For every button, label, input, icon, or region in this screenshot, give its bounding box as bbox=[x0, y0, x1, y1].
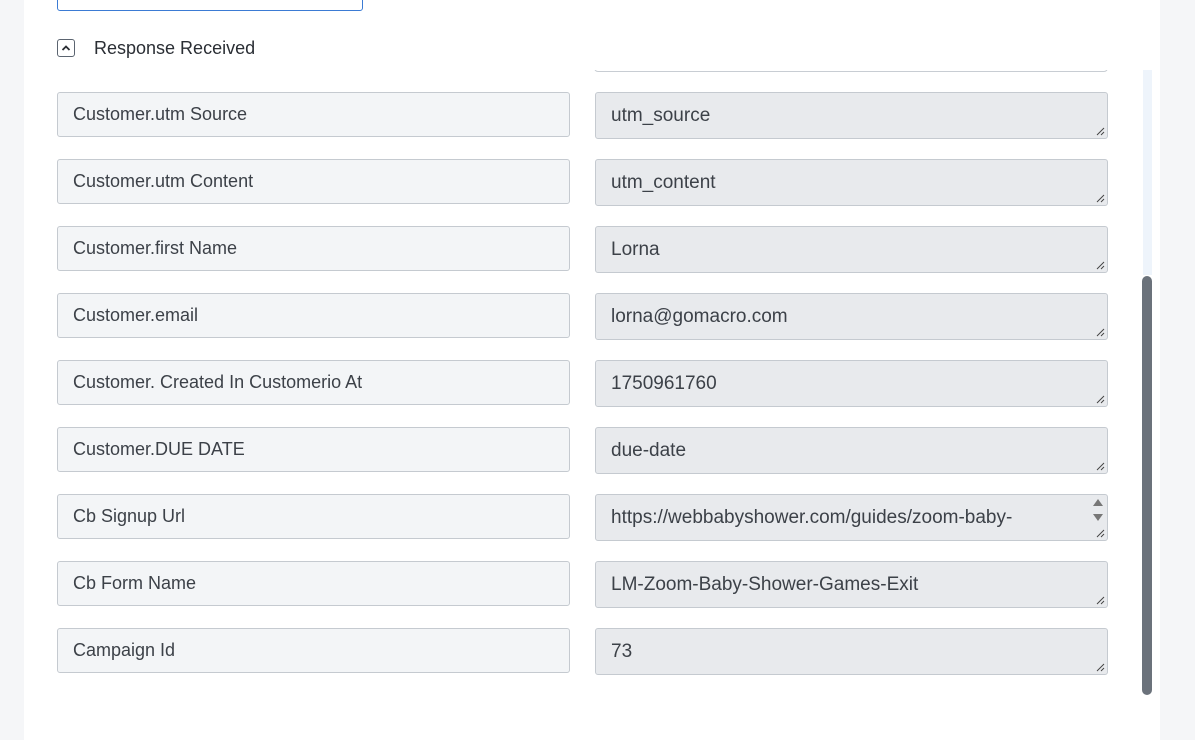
field-value-input[interactable]: due-date bbox=[595, 427, 1108, 474]
field-value-text: Lorna bbox=[611, 238, 660, 260]
mapping-row: Cb Signup Url https://webbabyshower.com/… bbox=[57, 494, 1108, 541]
field-value-input[interactable]: 1750961760 bbox=[595, 360, 1108, 407]
mapping-row: Cb Form Name LM-Zoom-Baby-Shower-Games-E… bbox=[57, 561, 1108, 608]
field-mapping-list[interactable]: Customer.utm Source utm_source Customer.… bbox=[24, 70, 1128, 700]
mapping-row: Customer.email lorna@gomacro.com bbox=[57, 293, 1108, 340]
field-value-input[interactable]: Lorna bbox=[595, 226, 1108, 273]
resize-handle-icon[interactable] bbox=[1096, 529, 1105, 538]
scroll-spinner-icon[interactable] bbox=[1091, 497, 1105, 523]
resize-handle-icon[interactable] bbox=[1096, 127, 1105, 136]
mapping-panel: Response Received Customer.utm Source ut… bbox=[24, 0, 1160, 740]
field-label: Cb Form Name bbox=[57, 561, 570, 606]
field-label: Customer.email bbox=[57, 293, 570, 338]
field-value-text: utm_content bbox=[611, 171, 716, 193]
mapping-row: Customer.utm Content utm_content bbox=[57, 159, 1108, 206]
resize-handle-icon[interactable] bbox=[1096, 395, 1105, 404]
collapse-toggle-button[interactable] bbox=[57, 39, 75, 57]
scrollbar-track[interactable] bbox=[1143, 70, 1152, 275]
field-value-input[interactable]: https://webbabyshower.com/guides/zoom-ba… bbox=[595, 494, 1108, 541]
mapping-row: Customer.utm Source utm_source bbox=[57, 92, 1108, 139]
field-value-input[interactable]: utm_source bbox=[595, 92, 1108, 139]
field-value-text: https://webbabyshower.com/guides/zoom-ba… bbox=[611, 507, 1013, 528]
field-value-text: LM-Zoom-Baby-Shower-Games-Exit bbox=[611, 573, 919, 595]
mapping-row: Customer.first Name Lorna bbox=[57, 226, 1108, 273]
field-label: Customer.first Name bbox=[57, 226, 570, 271]
field-value-text: due-date bbox=[611, 439, 687, 461]
field-value-text: 1750961760 bbox=[611, 372, 717, 394]
field-label: Campaign Id bbox=[57, 628, 570, 673]
resize-handle-icon[interactable] bbox=[1096, 663, 1105, 672]
previous-input-field[interactable] bbox=[57, 0, 363, 11]
mapping-row: Customer.DUE DATE due-date bbox=[57, 427, 1108, 474]
resize-handle-icon[interactable] bbox=[1096, 261, 1105, 270]
field-value-input[interactable]: LM-Zoom-Baby-Shower-Games-Exit bbox=[595, 561, 1108, 608]
chevron-up-icon bbox=[61, 45, 71, 51]
mapping-row: Customer. Created In Customerio At 17509… bbox=[57, 360, 1108, 407]
field-value-input[interactable]: 73 bbox=[595, 628, 1108, 675]
field-value-input[interactable]: lorna@gomacro.com bbox=[595, 293, 1108, 340]
resize-handle-icon[interactable] bbox=[1096, 596, 1105, 605]
scrollbar-thumb[interactable] bbox=[1142, 276, 1152, 695]
section-title: Response Received bbox=[94, 37, 256, 58]
section-header: Response Received bbox=[57, 36, 255, 60]
field-value-text: utm_source bbox=[611, 104, 711, 126]
resize-handle-icon[interactable] bbox=[1096, 194, 1105, 203]
field-value-text: lorna@gomacro.com bbox=[611, 305, 788, 327]
field-label: Cb Signup Url bbox=[57, 494, 570, 539]
field-value-input[interactable]: utm_content bbox=[595, 159, 1108, 206]
clipped-value-field[interactable] bbox=[594, 70, 1108, 72]
field-value-text: 73 bbox=[611, 640, 633, 662]
field-label: Customer.utm Source bbox=[57, 92, 570, 137]
field-label: Customer. Created In Customerio At bbox=[57, 360, 570, 405]
mapping-row: Campaign Id 73 bbox=[57, 628, 1108, 675]
resize-handle-icon[interactable] bbox=[1096, 328, 1105, 337]
field-label: Customer.utm Content bbox=[57, 159, 570, 204]
resize-handle-icon[interactable] bbox=[1096, 462, 1105, 471]
field-label: Customer.DUE DATE bbox=[57, 427, 570, 472]
